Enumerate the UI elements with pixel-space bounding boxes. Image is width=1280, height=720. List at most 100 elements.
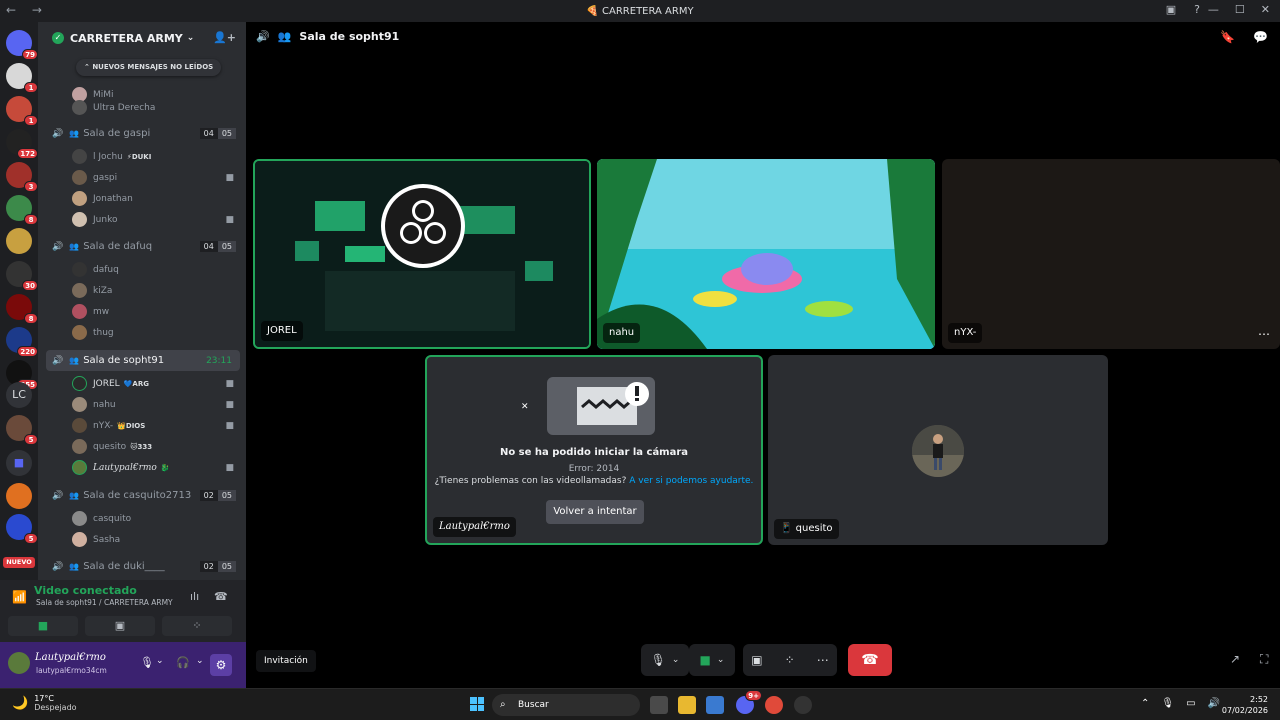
voice-user[interactable]: quesito 🐱333 [38, 436, 246, 457]
chevron-down-icon[interactable]: ⌄ [672, 655, 680, 665]
voice-user[interactable]: Lautypal€rmo 🐉 ■ [38, 457, 246, 478]
activities-button[interactable]: ⁘ [162, 616, 232, 636]
voice-user[interactable]: JOREL 💙ARG ■ [38, 373, 246, 394]
file-explorer-icon[interactable] [678, 696, 696, 714]
avatar [72, 325, 87, 340]
app-icon[interactable] [794, 696, 812, 714]
voice-user[interactable]: nYX- 👑DIOS ■ [38, 415, 246, 436]
count-limit: 05 [217, 490, 236, 501]
retry-button[interactable]: Volver a intentar [546, 500, 644, 524]
maximize-button[interactable]: ☐ [1235, 3, 1245, 16]
inbox-icon[interactable]: ▣ [1166, 3, 1176, 16]
server-icon[interactable]: 8 [6, 294, 38, 324]
window-title: 🍕 CARRETERA ARMY [586, 5, 694, 17]
fullscreen-icon[interactable]: ⛶ [1260, 652, 1268, 667]
unread-messages-pill[interactable]: ⌃ NUEVOS MENSAJES NO LEÍDOS [76, 59, 222, 76]
volume-icon[interactable]: 🔊 [1208, 698, 1220, 709]
headphones-icon[interactable]: 🎧 [176, 656, 190, 669]
direct-messages-icon[interactable]: 79 [6, 30, 38, 60]
microphone-icon[interactable]: 🎙 [1161, 698, 1174, 709]
screen-share-icon[interactable]: ▣ [751, 653, 762, 667]
voice-location[interactable]: Sala de sopht91 / CARRETERA ARMY [36, 598, 173, 607]
voice-user[interactable]: Junko ■ [38, 209, 246, 230]
screen-share-button[interactable]: ▣ [85, 616, 155, 636]
voice-user[interactable]: Ultra Derecha [38, 97, 246, 118]
taskbar-search[interactable]: ⌕ Buscar [492, 694, 640, 716]
server-icon[interactable]: 220 [6, 327, 38, 357]
voice-channel[interactable]: 🔊 👥 Sala de gaspi 04 05 [38, 123, 246, 144]
voice-user[interactable]: Sasha [38, 529, 246, 550]
task-view-icon[interactable] [650, 696, 668, 714]
microphone-icon[interactable]: 🎙 [140, 656, 154, 669]
server-icon[interactable]: 8 [6, 195, 38, 225]
voice-user[interactable]: Jonathan [38, 188, 246, 209]
guild-header[interactable]: ✓ CARRETERA ARMY ⌄ 👤+ [38, 22, 246, 54]
voice-channel[interactable]: 🔊 👥 Sala de casquito2713 02 05 [38, 485, 246, 506]
voice-channel-active[interactable]: 🔊 👥 Sala de sopht91 23:11 [46, 350, 240, 371]
video-tile-nyx[interactable]: nYX- ⋯ [942, 159, 1280, 349]
pop-out-icon[interactable]: ↗ [1230, 652, 1240, 666]
server-icon[interactable]: 1 [6, 96, 38, 126]
invite-button[interactable]: Invitación [256, 650, 316, 672]
clock[interactable]: 2:52 07/02/2026 [1222, 694, 1268, 716]
voice-user[interactable]: gaspi ■ [38, 167, 246, 188]
more-options-icon[interactable]: ⋯ [1258, 327, 1270, 341]
chevron-down-icon[interactable]: ⌄ [196, 656, 204, 666]
help-link[interactable]: A ver si podemos ayudarte. [629, 476, 753, 486]
voice-user[interactable]: dafuq [38, 259, 246, 280]
server-icon[interactable]: 5 [6, 415, 38, 445]
voice-channel[interactable]: 🔊 👥 Sala de duki____ 02 05 [38, 556, 246, 577]
discord-icon[interactable]: 9+ [736, 690, 762, 714]
server-icon[interactable]: 30 [6, 261, 38, 291]
server-icon[interactable]: 3 [6, 162, 38, 192]
avatar [72, 376, 87, 391]
current-user-name[interactable]: Lautypal€rmo [35, 652, 106, 663]
server-icon[interactable] [6, 228, 32, 254]
settings-icon[interactable]: ⚙ [210, 654, 232, 676]
video-tile-nahu[interactable]: nahu [597, 159, 935, 349]
unread-pill-label: NUEVOS MENSAJES NO LEÍDOS [92, 63, 214, 71]
noise-suppression-icon[interactable]: ılı [190, 590, 199, 603]
voice-user[interactable]: nahu ■ [38, 394, 246, 415]
weather-widget[interactable]: 🌙 17°C Despejado [12, 694, 77, 712]
store-icon[interactable] [706, 696, 724, 714]
server-icon[interactable]: 5 [6, 514, 38, 544]
more-options-icon[interactable]: ⋯ [817, 653, 829, 667]
chrome-icon[interactable] [765, 696, 783, 714]
bookmark-icon[interactable]: 🔖 [1220, 30, 1235, 44]
server-icon[interactable] [6, 483, 32, 509]
voice-user[interactable]: thug [38, 322, 246, 343]
signal-icon[interactable]: 📶 [12, 590, 27, 604]
server-icon-lc[interactable]: LC [6, 382, 32, 408]
voice-user[interactable]: kiZa [38, 280, 246, 301]
chevron-down-icon[interactable]: ⌄ [156, 656, 164, 666]
activities-icon[interactable]: ⁘ [785, 653, 795, 667]
chevron-down-icon[interactable]: ⌄ [717, 655, 725, 665]
microphone-control[interactable]: 🎙 ⌄ [641, 644, 689, 676]
camera-control[interactable]: ■ ⌄ [689, 644, 735, 676]
minimize-button[interactable]: — [1208, 3, 1219, 16]
voice-channel[interactable]: 🔊 👥 Sala de dafuq 04 05 [38, 236, 246, 257]
voice-user[interactable]: l Jochu ⚡DUKI [38, 146, 246, 167]
folder-icon[interactable]: ■ [6, 450, 32, 476]
server-icon[interactable]: 172 [6, 129, 38, 159]
disconnect-button[interactable]: ☎ [848, 644, 892, 676]
close-button[interactable]: ✕ [1261, 3, 1270, 16]
video-tile-quesito[interactable]: 📱 quesito [768, 355, 1108, 545]
help-icon[interactable]: ? [1194, 3, 1200, 16]
voice-user[interactable]: casquito [38, 508, 246, 529]
chat-icon[interactable]: 💬 [1253, 30, 1268, 44]
avatar[interactable] [8, 652, 30, 674]
search-placeholder: Buscar [518, 700, 549, 710]
chevron-up-icon[interactable]: ⌃ [1141, 698, 1149, 709]
start-button[interactable] [470, 697, 484, 711]
camera-icon: ■ [225, 378, 234, 389]
camera-toggle-button[interactable]: ■ [8, 616, 78, 636]
video-tile-lautypalermo[interactable]: ✕ No se ha podido iniciar la cámara Erro… [425, 355, 763, 545]
network-icon[interactable]: ▭ [1186, 698, 1195, 709]
add-member-icon[interactable]: 👤+ [213, 31, 236, 44]
video-tile-jorel[interactable]: JOREL [253, 159, 591, 349]
server-icon[interactable]: 1 [6, 63, 38, 93]
disconnect-icon[interactable]: ☎ [214, 590, 228, 603]
voice-user[interactable]: mw [38, 301, 246, 322]
